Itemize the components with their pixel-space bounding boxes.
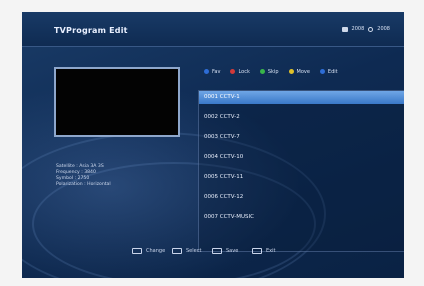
- color-key-label: Edit: [327, 68, 338, 75]
- page-title: TVProgram Edit: [54, 26, 128, 35]
- channel-row[interactable]: 0001 CCTV-1: [199, 91, 404, 104]
- channel-row[interactable]: 0007 CCTV-MUSIC: [199, 211, 404, 224]
- save-key-icon: [212, 248, 222, 254]
- yellow-dot-icon: [288, 69, 294, 74]
- blue-dot-icon: [319, 69, 325, 74]
- color-key-lock[interactable]: Lock: [230, 68, 250, 75]
- color-key-label: Move: [296, 68, 310, 75]
- color-key-label: Lock: [238, 68, 250, 75]
- color-key-fav[interactable]: Fav: [204, 69, 220, 75]
- channel-list: 0001 CCTV-1 0002 CCTV-2 0003 CCTV-7 0004…: [198, 90, 404, 252]
- exit-key-icon: [252, 248, 262, 254]
- channel-info: Satellite : Asia 3A 3S Frequency : 3840 …: [56, 164, 111, 188]
- color-key-bar: Fav Lock Skip Move Edit: [200, 65, 402, 78]
- tv-screen-frame: TVProgram Edit 2008 2008 Satellite : Asi…: [0, 0, 424, 286]
- clock-icon: [368, 26, 374, 32]
- help-label: Select: [186, 248, 202, 254]
- help-label: Save: [226, 248, 239, 254]
- date-text: 2008: [351, 26, 365, 32]
- tv-program-edit-screen: TVProgram Edit 2008 2008 Satellite : Asi…: [22, 12, 404, 278]
- video-preview: [54, 67, 180, 137]
- color-key-edit[interactable]: Edit: [319, 68, 338, 75]
- channel-row[interactable]: 0006 CCTV-12: [199, 191, 404, 204]
- color-key-label: Fav: [212, 68, 221, 75]
- help-label: Exit: [266, 248, 276, 254]
- channel-row[interactable]: 0004 CCTV-10: [199, 151, 404, 164]
- channel-row[interactable]: 0005 CCTV-11: [199, 171, 404, 184]
- red-dot-icon: [230, 69, 236, 74]
- color-key-move[interactable]: Move: [288, 68, 310, 75]
- help-label: Change: [146, 248, 166, 254]
- channel-row[interactable]: 0003 CCTV-7: [199, 131, 404, 144]
- header-bar: TVProgram Edit 2008 2008: [22, 12, 404, 47]
- channel-row[interactable]: 0002 CCTV-2: [199, 111, 404, 124]
- blue-dot-icon: [204, 69, 209, 74]
- help-save: Save: [212, 248, 238, 254]
- change-key-icon: [132, 248, 142, 254]
- calendar-icon: [341, 26, 348, 32]
- help-change: Change: [132, 248, 165, 254]
- color-key-label: Skip: [267, 68, 279, 75]
- help-select: Select: [172, 248, 201, 254]
- header-status: 2008 2008: [341, 26, 390, 32]
- polarization-text: Polarization : Horizontal: [56, 182, 111, 187]
- color-key-skip[interactable]: Skip: [259, 68, 279, 75]
- help-exit: Exit: [252, 248, 275, 254]
- select-key-icon: [172, 248, 182, 254]
- green-dot-icon: [259, 69, 265, 74]
- time-text: 2008: [377, 26, 390, 32]
- bottom-help-bar: Change Select Save Exit: [22, 242, 404, 262]
